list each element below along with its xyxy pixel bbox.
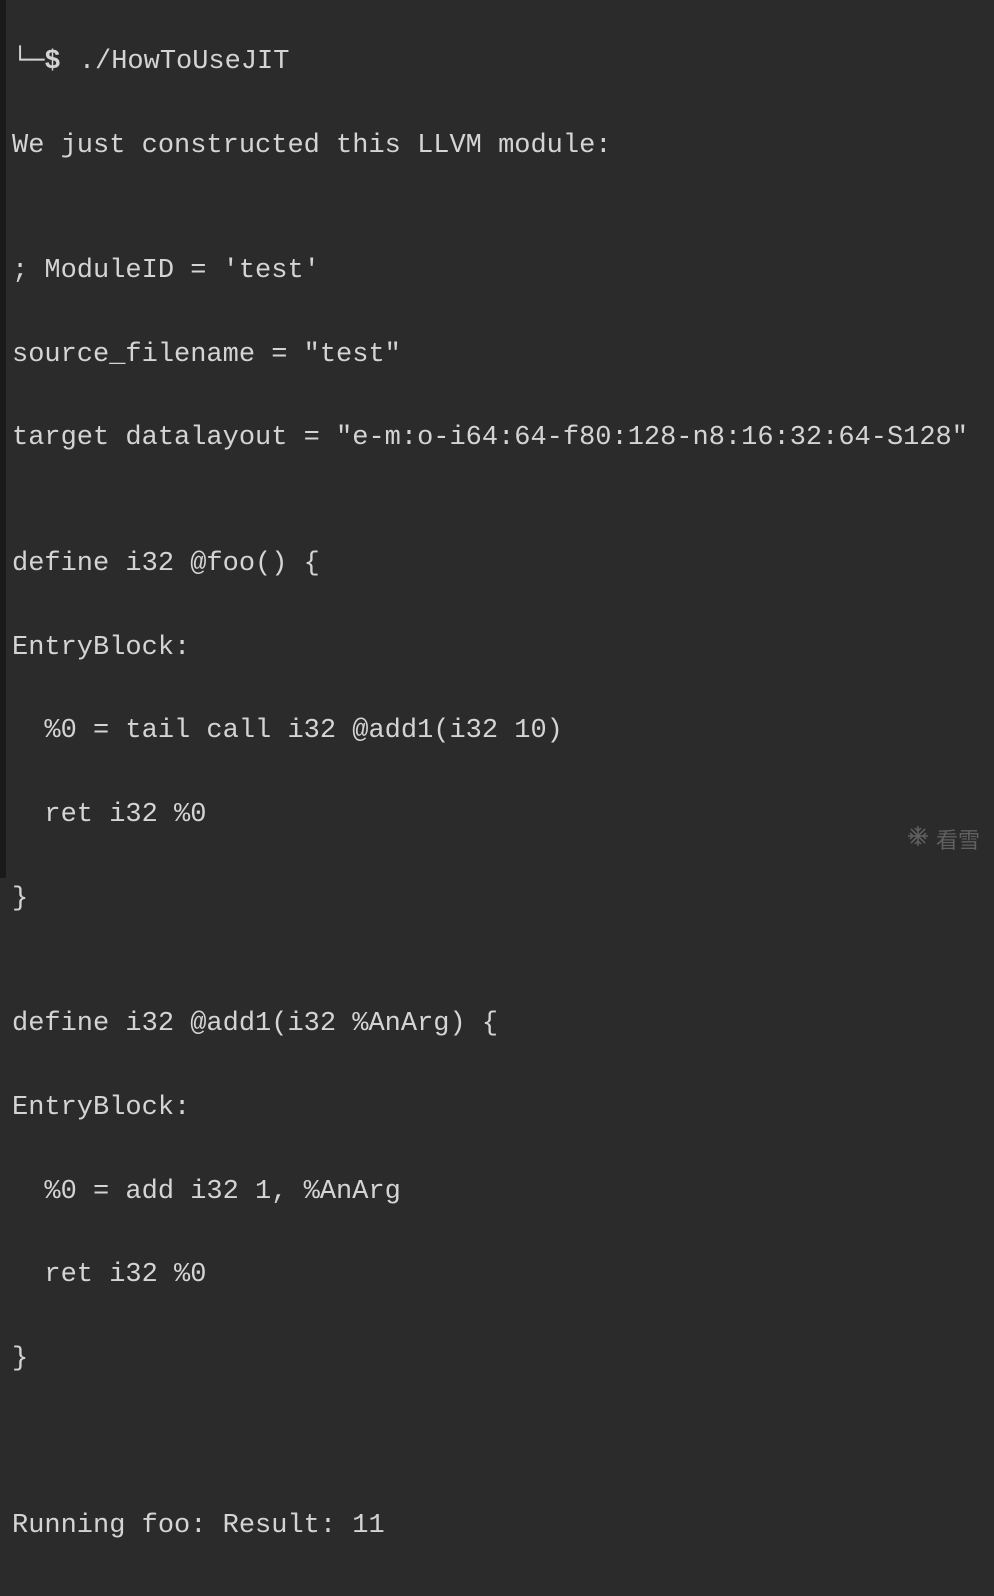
watermark-text: 看雪 bbox=[936, 824, 980, 858]
output-line: source_filename = "test" bbox=[12, 335, 988, 377]
output-line: %0 = add i32 1, %AnArg bbox=[12, 1172, 988, 1214]
command-text: ./HowToUseJIT bbox=[79, 42, 290, 84]
output-line: We just constructed this LLVM module: bbox=[12, 126, 988, 168]
prompt-line: └─$ ./HowToUseJIT bbox=[12, 42, 988, 84]
output-line: } bbox=[12, 879, 988, 921]
watermark: 看雪 bbox=[906, 824, 980, 858]
output-line: ; ModuleID = 'test' bbox=[12, 251, 988, 293]
output-line: ret i32 %0 bbox=[12, 795, 988, 837]
output-line: Running foo: Result: 11 bbox=[12, 1506, 988, 1548]
snowflake-icon bbox=[906, 824, 930, 858]
output-line: define i32 @add1(i32 %AnArg) { bbox=[12, 1004, 988, 1046]
output-line: EntryBlock: bbox=[12, 628, 988, 670]
terminal-output[interactable]: └─$ ./HowToUseJIT We just constructed th… bbox=[6, 0, 994, 1596]
output-line: ret i32 %0 bbox=[12, 1255, 988, 1297]
output-line: define i32 @foo() { bbox=[12, 544, 988, 586]
output-line: EntryBlock: bbox=[12, 1088, 988, 1130]
output-line: %0 = tail call i32 @add1(i32 10) bbox=[12, 711, 988, 753]
output-line: target datalayout = "e-m:o-i64:64-f80:12… bbox=[12, 418, 988, 460]
prompt-symbol: └─$ bbox=[12, 42, 77, 84]
output-line: } bbox=[12, 1339, 988, 1381]
